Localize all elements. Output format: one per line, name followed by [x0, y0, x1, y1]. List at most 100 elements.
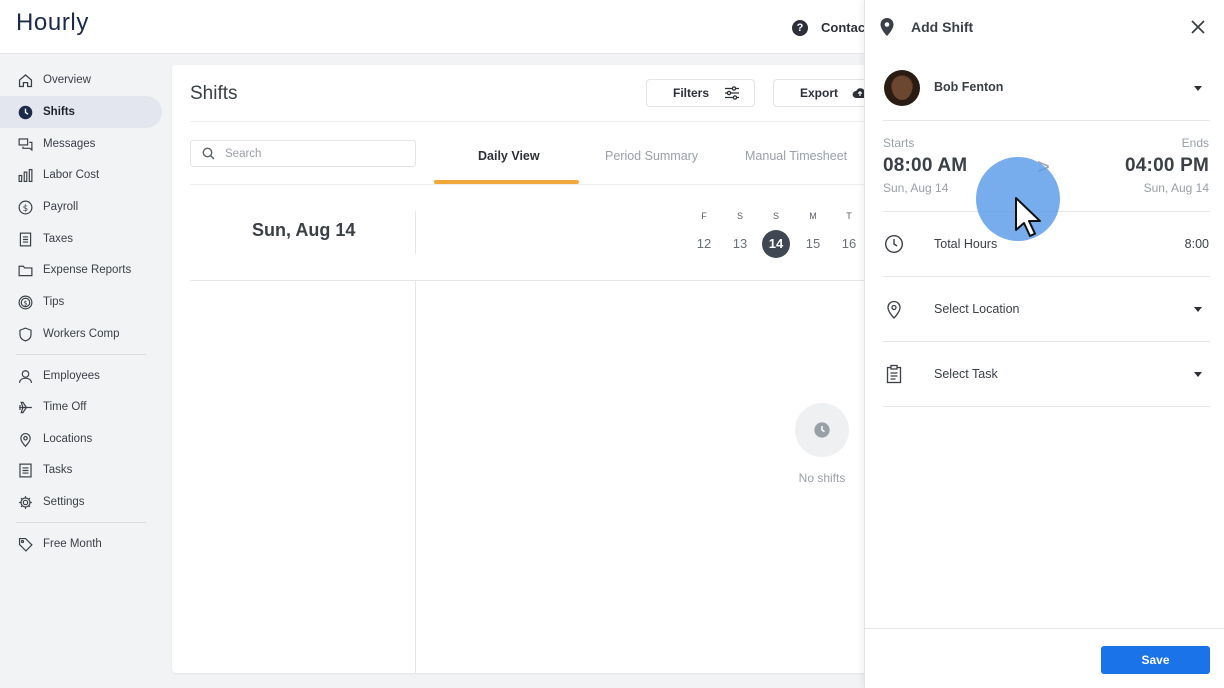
sidebar-item-label: Shifts: [43, 106, 75, 118]
search-input[interactable]: Search: [190, 140, 416, 167]
day-cell-selected[interactable]: S 14: [762, 211, 790, 258]
ends-label: Ends: [1181, 136, 1209, 150]
sidebar-item-label: Tasks: [43, 464, 73, 476]
tab-daily-view[interactable]: Daily View: [478, 149, 540, 163]
sidebar-item-labor-cost[interactable]: Labor Cost: [0, 159, 162, 191]
sidebar-item-locations[interactable]: Locations: [0, 423, 162, 455]
list-icon: [16, 461, 34, 479]
folder-icon: [16, 261, 34, 279]
clipboard-icon: [886, 364, 902, 384]
sidebar-item-label: Workers Comp: [43, 328, 120, 340]
selected-date-heading: Sun, Aug 14: [252, 220, 356, 240]
day-cell[interactable]: T 16: [835, 211, 863, 258]
sidebar-item-taxes[interactable]: Taxes: [0, 223, 162, 255]
total-hours-label: Total Hours: [934, 237, 998, 251]
location-select[interactable]: Select Location: [934, 302, 1019, 316]
day-number: 13: [732, 236, 748, 251]
sidebar-item-expense-reports[interactable]: Expense Reports: [0, 254, 162, 286]
plane-icon: [16, 398, 34, 416]
sidebar-item-label: Overview: [43, 74, 91, 86]
sidebar-item-payroll[interactable]: $ Payroll: [0, 191, 162, 223]
day-number: 15: [805, 236, 821, 251]
close-icon[interactable]: [1190, 19, 1206, 35]
sidebar-item-time-off[interactable]: Time Off: [0, 391, 162, 423]
day-letter: S: [772, 211, 779, 221]
page-title: Shifts: [190, 83, 238, 104]
end-time[interactable]: 04:00 PM: [1125, 155, 1209, 177]
sidebar-item-label: Expense Reports: [43, 264, 132, 276]
day-cell[interactable]: S 13: [726, 211, 754, 258]
sidebar-item-label: Tips: [43, 296, 65, 308]
sidebar-item-overview[interactable]: Overview: [0, 64, 162, 96]
day-letter: T: [846, 211, 852, 221]
avatar: [884, 70, 920, 106]
sidebar-divider: [16, 522, 146, 523]
clock-icon: [814, 422, 830, 438]
help-icon[interactable]: ?: [792, 20, 808, 36]
sidebar-item-label: Payroll: [43, 201, 79, 213]
panel-divider: [883, 341, 1210, 342]
tabs-divider: [190, 184, 872, 185]
sidebar-item-tips[interactable]: $ Tips: [0, 286, 162, 318]
mouse-cursor-icon: [1015, 197, 1041, 237]
chevron-down-icon[interactable]: [1194, 307, 1202, 312]
home-icon: [16, 71, 34, 89]
starts-label: Starts: [883, 136, 915, 150]
export-label: Export: [800, 86, 839, 100]
chevron-down-icon[interactable]: [1194, 372, 1202, 377]
panel-divider: [883, 406, 1210, 407]
day-number: 14: [762, 230, 790, 258]
sidebar-item-label: Free Month: [43, 538, 102, 550]
contact-link[interactable]: Contact: [821, 20, 869, 35]
bar-chart-icon: [16, 166, 34, 184]
location-pin-icon: [880, 18, 894, 36]
messages-icon: [16, 135, 34, 153]
sidebar-item-label: Locations: [43, 433, 93, 445]
dollar-icon: $: [16, 198, 34, 216]
filters-button[interactable]: Filters: [646, 79, 755, 107]
sidebar-item-settings[interactable]: Settings: [0, 486, 162, 518]
task-select[interactable]: Select Task: [934, 367, 998, 381]
day-letter: F: [701, 211, 707, 221]
sidebar-item-shifts[interactable]: Shifts: [0, 96, 162, 128]
employee-select[interactable]: Bob Fenton: [934, 80, 1003, 94]
day-cell[interactable]: F 12: [690, 211, 718, 258]
tag-icon: [16, 535, 34, 553]
filters-label: Filters: [673, 86, 710, 100]
sidebar-item-workers-comp[interactable]: Workers Comp: [0, 318, 162, 350]
panel-title: Add Shift: [911, 19, 974, 35]
save-button[interactable]: Save: [1101, 646, 1210, 674]
svg-text:$: $: [22, 203, 27, 213]
sliders-icon: [725, 86, 739, 100]
sidebar-item-label: Employees: [43, 370, 100, 382]
tab-period-summary[interactable]: Period Summary: [605, 149, 698, 163]
empty-state-clock: [795, 403, 849, 457]
sidebar-item-label: Settings: [43, 496, 85, 508]
start-time[interactable]: 08:00 AM: [883, 155, 967, 177]
sidebar: Overview Shifts Messages Labor Cost $ Pa…: [0, 55, 168, 688]
day-cell[interactable]: M 15: [799, 211, 827, 258]
sidebar-item-free-month[interactable]: Free Month: [0, 528, 162, 560]
gear-icon: [16, 493, 34, 511]
clock-icon: [16, 103, 34, 121]
panel-footer-divider: [865, 628, 1224, 629]
sidebar-item-employees[interactable]: Employees: [0, 360, 162, 392]
end-date: Sun, Aug 14: [1143, 181, 1209, 195]
location-pin-icon: [887, 300, 901, 319]
sidebar-item-messages[interactable]: Messages: [0, 128, 162, 160]
empty-state-text: No shifts: [798, 471, 846, 485]
search-icon: [202, 147, 215, 160]
schedule-header-divider: [190, 280, 872, 281]
app-logo[interactable]: Hourly: [16, 9, 89, 37]
tab-manual-timesheet[interactable]: Manual Timesheet: [745, 149, 847, 163]
day-number: 16: [841, 236, 857, 251]
svg-text:$: $: [23, 299, 27, 307]
shield-icon: [16, 325, 34, 343]
sidebar-item-label: Time Off: [43, 401, 87, 413]
start-date: Sun, Aug 14: [883, 181, 949, 195]
sidebar-item-label: Labor Cost: [43, 169, 100, 181]
chevron-down-icon[interactable]: [1194, 86, 1202, 91]
sidebar-item-tasks[interactable]: Tasks: [0, 454, 162, 486]
day-letter: M: [809, 211, 817, 221]
document-icon: [16, 230, 34, 248]
